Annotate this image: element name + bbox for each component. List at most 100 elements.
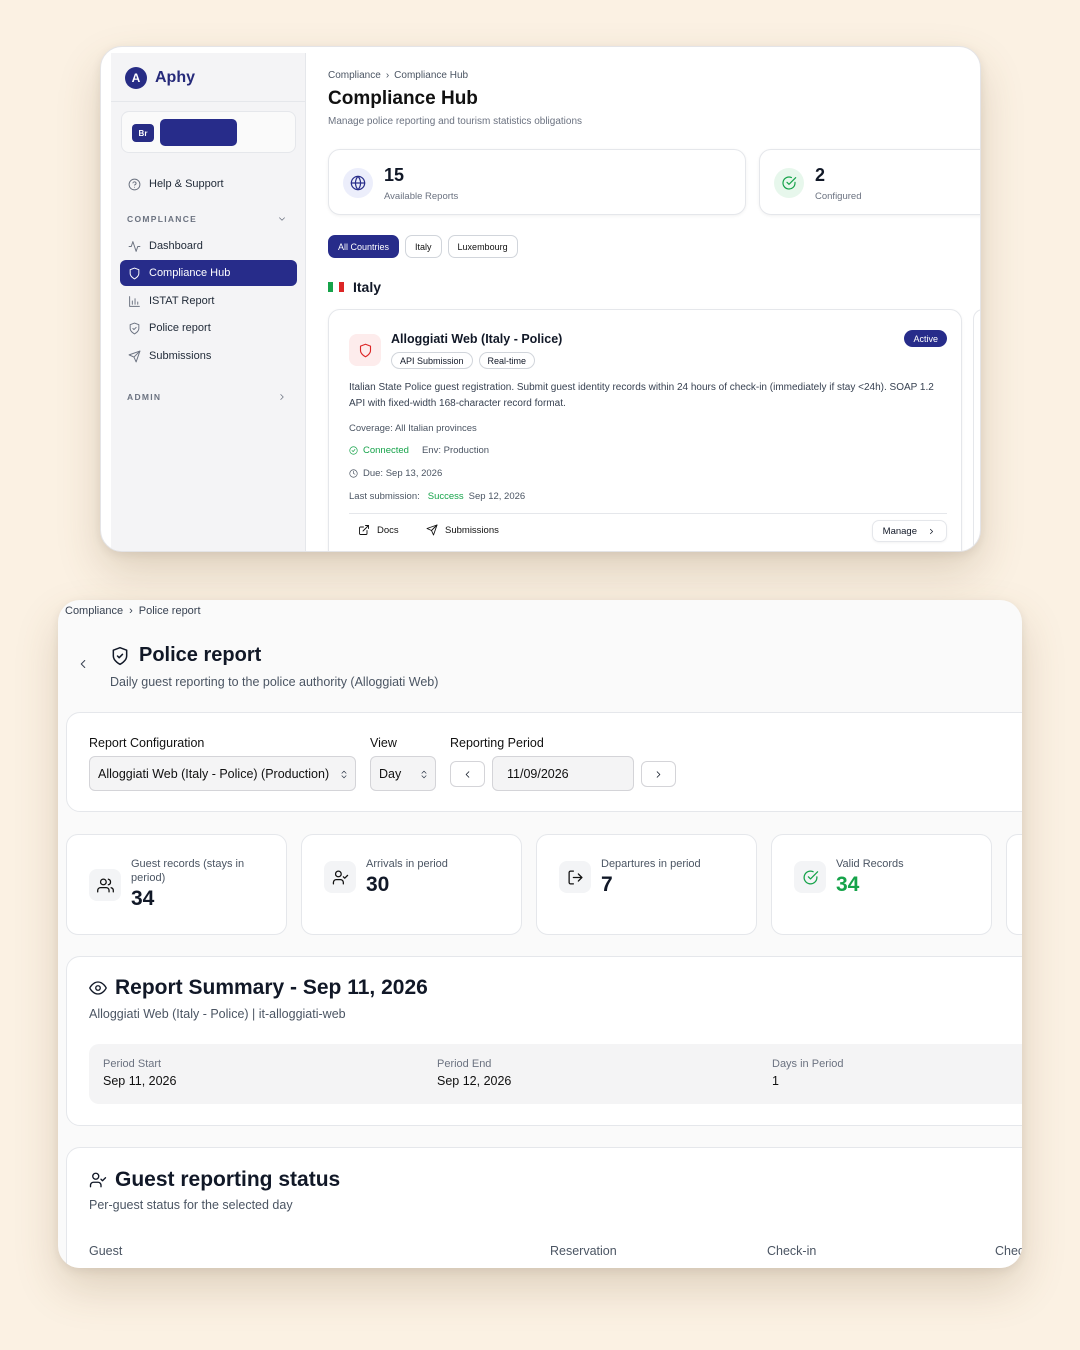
chevron-left-icon xyxy=(465,770,470,778)
page-subtitle: Daily guest reporting to the police auth… xyxy=(110,675,439,689)
chevron-right-icon xyxy=(656,770,661,778)
due-date: Due: Sep 13, 2026 xyxy=(363,468,443,479)
report-summary-panel: Report Summary - Sep 11, 2026 Alloggiati… xyxy=(66,956,1022,1126)
stat-card-available-reports: 15 Available Reports xyxy=(328,149,746,215)
report-description: Italian State Police guest registration.… xyxy=(349,382,934,409)
stat-label: Configured xyxy=(815,191,862,202)
section-admin[interactable]: ADMIN xyxy=(127,392,287,402)
last-submission-label: Last submission: xyxy=(349,491,420,502)
sidebar-item-police-report[interactable]: Police report xyxy=(120,315,297,341)
period-start: Period Start Sep 11, 2026 xyxy=(103,1058,176,1088)
sidebar-item-compliance-hub[interactable]: Compliance Hub xyxy=(120,260,297,286)
send-icon xyxy=(426,524,438,536)
shield-check-icon xyxy=(112,646,128,665)
sidebar-item-label: Help & Support xyxy=(149,178,224,190)
period-end-value: Sep 12, 2026 xyxy=(437,1074,512,1088)
breadcrumb-item[interactable]: Compliance Hub xyxy=(394,70,468,81)
column-header-check-in[interactable]: Check-in xyxy=(767,1244,816,1258)
chevron-up-down-icon xyxy=(421,770,427,779)
period-date-value: 11/09/2026 xyxy=(507,766,569,781)
report-config-select[interactable]: Alloggiati Web (Italy - Police) (Product… xyxy=(89,756,356,791)
report-title: Alloggiati Web (Italy - Police) xyxy=(391,332,563,346)
filter-italy[interactable]: Italy xyxy=(405,235,442,258)
stat-value: 15 xyxy=(384,165,405,185)
sidebar-item-label: Compliance Hub xyxy=(149,267,231,279)
connection-status: Connected xyxy=(363,445,409,456)
check-circle-icon xyxy=(803,870,818,885)
period-date-input[interactable]: 11/09/2026 xyxy=(492,756,634,791)
sidebar-item-dashboard[interactable]: Dashboard xyxy=(120,233,297,259)
eye-icon xyxy=(89,981,107,995)
column-header-reservation[interactable]: Reservation xyxy=(550,1244,617,1258)
breadcrumb-separator: › xyxy=(129,605,133,617)
brand[interactable]: A Aphy xyxy=(125,67,195,89)
guest-status-subtitle: Per-guest status for the selected day xyxy=(89,1198,293,1212)
report-config-label: Report Configuration xyxy=(89,736,205,750)
org-name-redacted xyxy=(160,119,237,146)
environment: Env: Production xyxy=(421,445,490,456)
summary-title: Report Summary - Sep 11, 2026 xyxy=(115,976,428,999)
submissions-label: Submissions xyxy=(445,524,499,536)
docs-link[interactable]: Docs xyxy=(358,524,399,536)
divider xyxy=(349,513,947,514)
report-config-value: Alloggiati Web (Italy - Police) (Product… xyxy=(98,766,330,781)
stat-label: Available Reports xyxy=(384,191,459,202)
days-label: Days in Period xyxy=(772,1058,844,1070)
period-start-value: Sep 11, 2026 xyxy=(103,1074,177,1088)
view-label: View xyxy=(370,736,397,750)
status-badge: Active xyxy=(904,330,947,347)
italy-flag-icon xyxy=(328,282,344,292)
period-end-label: Period End xyxy=(437,1058,492,1070)
breadcrumb-item[interactable]: Compliance xyxy=(65,605,123,617)
previous-period-button[interactable] xyxy=(450,761,485,787)
section-compliance[interactable]: COMPLIANCE xyxy=(127,214,287,224)
external-link-icon xyxy=(359,525,369,535)
clock-icon xyxy=(349,469,358,478)
org-switcher[interactable]: Br xyxy=(121,111,296,153)
manage-label: Manage xyxy=(882,525,917,537)
period-end: Period End Sep 12, 2026 xyxy=(437,1058,511,1088)
log-out-icon xyxy=(567,869,583,885)
period-box: Period Start Sep 11, 2026 Period End Sep… xyxy=(89,1044,1022,1104)
back-arrow-icon[interactable] xyxy=(76,657,90,671)
section-label: ADMIN xyxy=(127,392,162,402)
column-header-guest[interactable]: Guest xyxy=(89,1244,122,1258)
sidebar-item-istat-report[interactable]: ISTAT Report xyxy=(120,288,297,314)
page-title-row: Police report xyxy=(110,644,261,667)
send-icon xyxy=(128,350,141,362)
filter-luxembourg[interactable]: Luxembourg xyxy=(447,235,518,258)
guest-status-title-row: Guest reporting status xyxy=(89,1168,340,1192)
stat-label: Arrivals in period xyxy=(366,858,448,870)
column-header-check-out[interactable]: Chec xyxy=(995,1244,1022,1258)
stat-value: 34 xyxy=(836,873,860,896)
check-circle-icon xyxy=(782,176,797,190)
compliance-hub-window: A Aphy Br Help & Support COMPLIANCE Dash… xyxy=(100,46,981,552)
bar-chart-icon xyxy=(129,295,140,307)
stat-icon-wrap xyxy=(559,861,591,893)
report-tags: API Submission Real-time xyxy=(391,352,536,369)
submissions-link[interactable]: Submissions xyxy=(426,524,499,536)
sidebar-item-submissions[interactable]: Submissions xyxy=(120,343,297,369)
due-row: Due: Sep 13, 2026 xyxy=(349,468,442,479)
breadcrumb: Compliance › Compliance Hub xyxy=(328,70,468,81)
breadcrumb-item[interactable]: Police report xyxy=(139,605,201,617)
sidebar: A Aphy Br Help & Support COMPLIANCE Dash… xyxy=(111,53,306,551)
user-check-icon xyxy=(332,869,348,885)
chevron-up-down-icon xyxy=(341,770,347,779)
stat-icon-wrap xyxy=(774,168,804,198)
last-submission-status: Success xyxy=(427,491,464,502)
report-card-alloggiati: Alloggiati Web (Italy - Police) API Subm… xyxy=(328,309,962,551)
stat-label: Guest records (stays in period) xyxy=(131,858,245,884)
filter-all-countries[interactable]: All Countries xyxy=(328,235,400,258)
guest-status-title: Guest reporting status xyxy=(115,1168,341,1191)
shield-icon xyxy=(129,267,140,279)
manage-button[interactable]: Manage xyxy=(871,520,947,542)
next-period-button[interactable] xyxy=(641,761,676,787)
user-check-icon xyxy=(89,1172,107,1188)
view-select[interactable]: Day xyxy=(370,756,436,791)
sidebar-item-help[interactable]: Help & Support xyxy=(120,171,297,197)
connection-row: Connected Env: Production xyxy=(349,445,489,456)
page-subtitle: Manage police reporting and tourism stat… xyxy=(328,116,583,127)
breadcrumb-item[interactable]: Compliance xyxy=(328,70,381,81)
stat-value: 7 xyxy=(601,873,613,896)
